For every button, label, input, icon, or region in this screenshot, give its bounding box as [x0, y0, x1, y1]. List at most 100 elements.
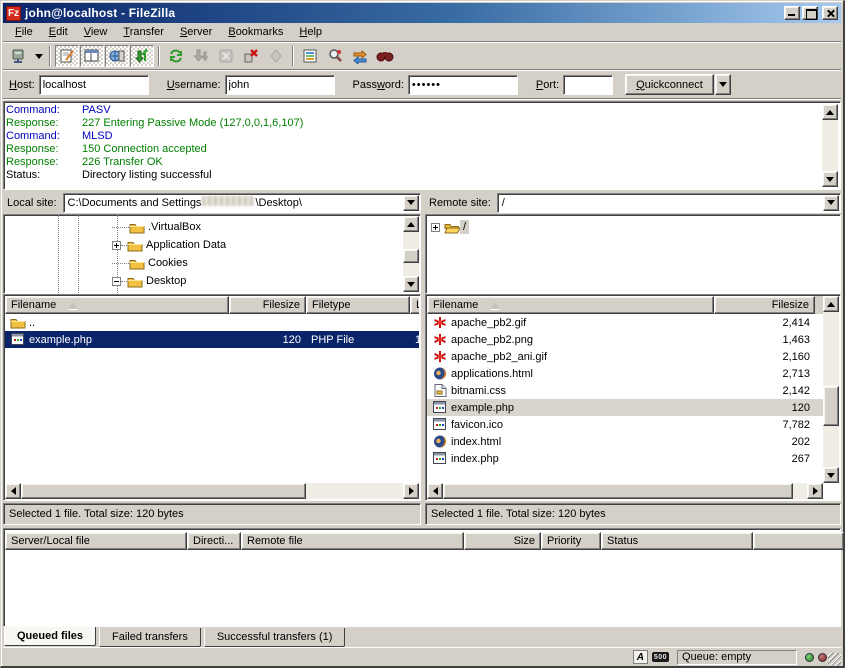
menu-edit[interactable]: Edit: [41, 24, 76, 40]
folder-file-icon: [10, 316, 26, 330]
scrollbar-thumb[interactable]: [443, 483, 793, 499]
tree-item-cookies[interactable]: Cookies: [112, 254, 191, 272]
scroll-up-button[interactable]: [823, 296, 839, 312]
local-tree-scrollbar[interactable]: [403, 216, 419, 292]
local-directory-tree[interactable]: .VirtualBoxApplication DataCookiesDeskto…: [3, 214, 421, 294]
menu-view[interactable]: View: [76, 24, 116, 40]
directory-listing-filters-button[interactable]: [298, 45, 322, 67]
column-header-filesize[interactable]: Filesize: [229, 296, 306, 314]
remote-directory-tree[interactable]: /: [425, 214, 841, 294]
refresh-button[interactable]: [164, 45, 188, 67]
tree-item-root[interactable]: /: [431, 218, 469, 236]
site-manager-button[interactable]: [7, 45, 31, 67]
message-log[interactable]: Command:PASVResponse:227 Entering Passiv…: [3, 101, 841, 190]
transfer-queue[interactable]: Server/Local fileDirecti...Remote fileSi…: [3, 528, 841, 627]
directory-comparison-button[interactable]: [323, 45, 347, 67]
file-row-index-html[interactable]: index.html202: [427, 433, 823, 450]
column-header-l[interactable]: L: [410, 296, 419, 314]
menu-file[interactable]: File: [7, 24, 41, 40]
remote-site-dropdown-button[interactable]: [823, 195, 839, 211]
tab-failed-transfers[interactable]: Failed transfers: [99, 628, 201, 647]
scroll-right-button[interactable]: [807, 483, 823, 499]
scroll-left-button[interactable]: [427, 483, 443, 499]
scroll-up-button[interactable]: [403, 216, 419, 232]
quickconnect-dropdown-button[interactable]: [715, 74, 731, 95]
tree-item--virtualbox[interactable]: .VirtualBox: [112, 218, 204, 236]
scroll-right-button[interactable]: [403, 483, 419, 499]
title-bar[interactable]: Fz john@localhost - FileZilla: [3, 3, 841, 23]
menu-bookmarks[interactable]: Bookmarks: [220, 24, 291, 40]
minimize-button[interactable]: [784, 6, 800, 20]
resize-grip[interactable]: [828, 653, 841, 666]
scroll-down-button[interactable]: [403, 276, 419, 292]
toggle-message-log-button[interactable]: [55, 45, 79, 67]
site-manager-dropdown-button[interactable]: [32, 45, 45, 67]
column-header-filename[interactable]: Filename: [427, 296, 714, 314]
remote-list-scrollbar[interactable]: [823, 296, 839, 483]
column-header-filetype[interactable]: Filetype: [306, 296, 410, 314]
collapse-icon[interactable]: [112, 277, 121, 286]
scroll-down-button[interactable]: [822, 171, 838, 187]
tree-item-label[interactable]: /: [460, 220, 469, 234]
local-list-hscrollbar[interactable]: [5, 483, 419, 499]
file-row-apache-pb2-gif[interactable]: apache_pb2.gif2,414: [427, 314, 823, 331]
port-input[interactable]: [563, 75, 613, 95]
file-row-apache-pb2-png[interactable]: apache_pb2.png1,463: [427, 331, 823, 348]
remote-list-hscrollbar[interactable]: [427, 483, 823, 499]
expand-icon[interactable]: [431, 223, 440, 232]
file-row-example-php[interactable]: example.php120: [427, 399, 823, 416]
scrollbar-thumb[interactable]: [403, 249, 419, 263]
password-input[interactable]: [408, 75, 518, 95]
column-header-status[interactable]: Status: [601, 532, 753, 550]
column-header-remote-file[interactable]: Remote file: [241, 532, 464, 550]
toggle-local-tree-button[interactable]: [80, 45, 104, 67]
maximize-button[interactable]: [802, 6, 818, 20]
file-row-index-php[interactable]: index.php267: [427, 450, 823, 467]
tab-successful-transfers-1-[interactable]: Successful transfers (1): [204, 628, 346, 647]
synchronized-browsing-button[interactable]: [348, 45, 372, 67]
file-row--[interactable]: ..: [5, 314, 419, 331]
file-row-applications-html[interactable]: applications.html2,713: [427, 365, 823, 382]
column-header-filesize[interactable]: Filesize: [714, 296, 815, 314]
menu-help[interactable]: Help: [291, 24, 330, 40]
scrollbar-thumb[interactable]: [823, 386, 839, 426]
remote-file-list[interactable]: FilenameFilesize apache_pb2.gif2,414apac…: [425, 294, 841, 501]
toggle-remote-tree-button[interactable]: [105, 45, 129, 67]
file-row-favicon-ico[interactable]: favicon.ico7,782: [427, 416, 823, 433]
file-row-bitnami-css[interactable]: bitnami.css2,142: [427, 382, 823, 399]
menu-transfer[interactable]: Transfer: [115, 24, 172, 40]
scroll-left-button[interactable]: [5, 483, 21, 499]
tab-queued-files[interactable]: Queued files: [4, 627, 96, 646]
local-file-list[interactable]: FilenameFilesizeFiletypeL ..example.php1…: [3, 294, 421, 501]
scrollbar-thumb[interactable]: [21, 483, 306, 499]
file-row-apache-pb2-ani-gif[interactable]: apache_pb2_ani.gif2,160: [427, 348, 823, 365]
speed-limit-indicator-icon[interactable]: 500: [652, 652, 669, 662]
scroll-up-button[interactable]: [822, 104, 838, 120]
local-site-dropdown-button[interactable]: [403, 195, 419, 211]
quickconnect-button[interactable]: Quickconnect: [625, 74, 714, 95]
host-input[interactable]: [39, 75, 149, 95]
column-header-size[interactable]: Size: [464, 532, 541, 550]
column-header-directi-[interactable]: Directi...: [187, 532, 241, 550]
tree-item-desktop[interactable]: Desktop: [112, 272, 189, 290]
tree-item-application-data[interactable]: Application Data: [112, 236, 229, 254]
close-button[interactable]: [822, 6, 838, 20]
remote-path: /: [502, 197, 505, 209]
menu-server[interactable]: Server: [172, 24, 220, 40]
local-site-combobox[interactable]: C:\Documents and Settings\Desktop\: [63, 193, 421, 213]
expand-icon[interactable]: [112, 241, 121, 250]
scroll-down-button[interactable]: [823, 467, 839, 483]
remote-site-combobox[interactable]: /: [497, 193, 841, 213]
column-header-filename[interactable]: Filename: [5, 296, 229, 314]
column-header-priority[interactable]: Priority: [541, 532, 601, 550]
toggle-transfer-queue-button[interactable]: [130, 45, 154, 67]
find-files-button[interactable]: [373, 45, 397, 67]
column-header-blank[interactable]: [753, 532, 844, 550]
username-input[interactable]: [225, 75, 335, 95]
column-header-server-local-file[interactable]: Server/Local file: [5, 532, 187, 550]
file-row-example-php[interactable]: example.php120PHP File1: [5, 331, 419, 348]
log-scrollbar[interactable]: [822, 104, 838, 187]
disconnect-button[interactable]: [239, 45, 263, 67]
cancel-operation-button: [214, 45, 238, 67]
data-type-indicator-icon[interactable]: A: [633, 650, 648, 664]
